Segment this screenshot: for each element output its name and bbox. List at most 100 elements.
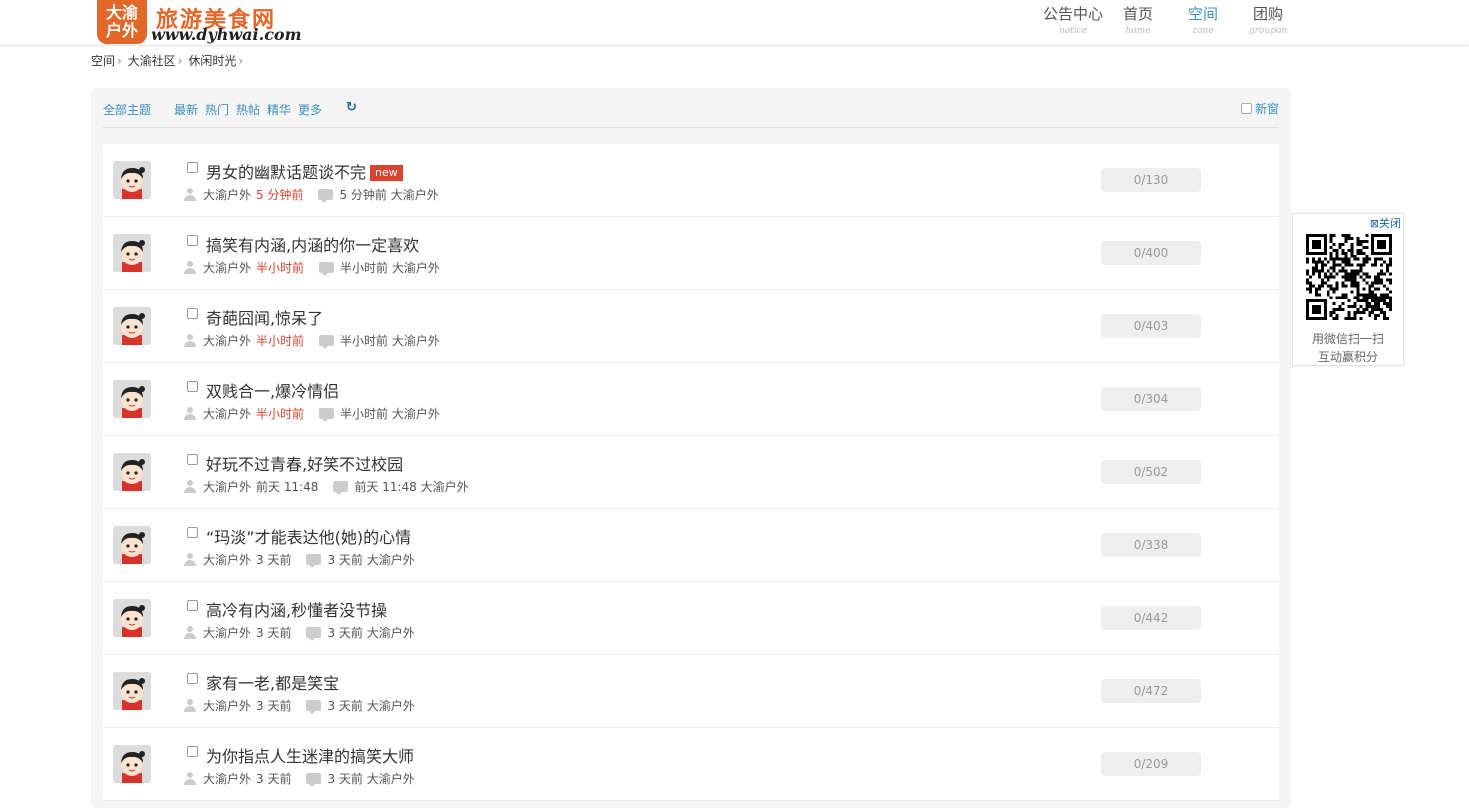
nav-label: 公告中心 bbox=[1042, 5, 1103, 23]
thread-time: 3 天前 bbox=[256, 699, 292, 713]
filter-hot-posts[interactable]: 热帖 bbox=[236, 101, 260, 118]
avatar[interactable] bbox=[113, 599, 151, 637]
thread-title-link[interactable]: 好玩不过青春,好笑不过校园 bbox=[206, 451, 403, 475]
nav-item-notice[interactable]: 公告中心 notice bbox=[1042, 4, 1104, 38]
qr-caption-line2: 互动赢积分 bbox=[1317, 350, 1378, 364]
new-window-toggle[interactable]: 新窗 bbox=[1240, 100, 1279, 117]
thread-checkbox[interactable] bbox=[187, 381, 198, 392]
reply-view-count: 0/209 bbox=[1101, 752, 1201, 776]
thread-checkbox[interactable] bbox=[187, 527, 198, 538]
thread-last-reply[interactable]: 3 天前 大渝户外 bbox=[327, 697, 414, 714]
thread-title-link[interactable]: 奇葩囧闻,惊呆了 bbox=[206, 305, 323, 329]
thread-checkbox[interactable] bbox=[187, 673, 198, 684]
avatar[interactable] bbox=[113, 307, 151, 345]
logo-badge[interactable]: 大渝 户外 bbox=[97, 0, 147, 44]
avatar[interactable] bbox=[113, 526, 151, 564]
qr-panel: ⊠关闭 用微信扫一扫 互动赢积分 bbox=[1292, 213, 1404, 366]
thread-last-reply[interactable]: 半小时前 大渝户外 bbox=[340, 332, 440, 349]
breadcrumb-item[interactable]: 大渝社区 bbox=[128, 54, 176, 68]
breadcrumb: 空间 › 大渝社区 › 休闲时光 › bbox=[91, 52, 245, 69]
thread-title-link[interactable]: 搞笑有内涵,内涵的你一定喜欢 bbox=[206, 232, 419, 256]
thread-row[interactable]: 男女的幽默话题谈不完 new 大渝户外 5 分钟前 5 分钟前 大渝户外 0/130 bbox=[103, 144, 1279, 217]
thread-row[interactable]: “玛淡”才能表达他(她)的心情大渝户外 3 天前 3 天前 大渝户外 0/338 bbox=[103, 509, 1279, 582]
qr-close-label: 关闭 bbox=[1379, 217, 1401, 230]
new-window-checkbox[interactable] bbox=[1240, 103, 1252, 114]
thread-author[interactable]: 大渝户外 bbox=[203, 624, 251, 641]
thread-meta: 大渝户外 3 天前 3 天前 大渝户外 bbox=[183, 551, 415, 568]
thread-last-reply[interactable]: 3 天前 大渝户外 bbox=[327, 551, 414, 568]
thread-checkbox[interactable] bbox=[187, 235, 198, 246]
user-icon bbox=[183, 260, 197, 275]
thread-meta: 大渝户外 3 天前 3 天前 大渝户外 bbox=[183, 697, 415, 714]
comment-icon bbox=[306, 554, 322, 568]
site-header: 大渝 户外 旅游美食网 www.dyhwai.com 公告中心 notice 首… bbox=[0, 0, 1469, 46]
user-icon bbox=[183, 552, 197, 567]
thread-row[interactable]: 搞笑有内涵,内涵的你一定喜欢 大渝户外 半小时前 半小时前 大渝户外 0/400 bbox=[103, 217, 1279, 290]
avatar[interactable] bbox=[113, 161, 151, 199]
nav-item-groupon[interactable]: 团购 groupon bbox=[1237, 4, 1299, 38]
reply-view-count: 0/130 bbox=[1101, 168, 1201, 192]
thread-author[interactable]: 大渝户外 bbox=[203, 332, 251, 349]
nav-sub: notice bbox=[1058, 26, 1088, 36]
thread-title-link[interactable]: 高冷有内涵,秒懂者没节操 bbox=[206, 597, 387, 621]
thread-author[interactable]: 大渝户外 bbox=[203, 478, 251, 495]
avatar[interactable] bbox=[113, 234, 151, 272]
filter-more[interactable]: 更多 bbox=[298, 101, 322, 118]
filter-digest[interactable]: 精华 bbox=[267, 101, 291, 118]
breadcrumb-item[interactable]: 空间 bbox=[91, 54, 115, 68]
thread-row[interactable]: 奇葩囧闻,惊呆了 大渝户外 半小时前 半小时前 大渝户外 0/403 bbox=[103, 290, 1279, 363]
comment-icon bbox=[306, 773, 322, 787]
thread-checkbox[interactable] bbox=[187, 308, 198, 319]
user-icon bbox=[183, 479, 197, 494]
thread-last-reply[interactable]: 半小时前 大渝户外 bbox=[340, 405, 440, 422]
reply-view-count: 0/338 bbox=[1101, 533, 1201, 557]
thread-checkbox[interactable] bbox=[187, 600, 198, 611]
thread-checkbox[interactable] bbox=[187, 162, 198, 173]
thread-title-link[interactable]: 双贱合一,爆冷情侣 bbox=[206, 378, 339, 402]
logo-badge-top: 大渝 bbox=[105, 3, 138, 22]
avatar[interactable] bbox=[113, 745, 151, 783]
thread-checkbox[interactable] bbox=[187, 746, 198, 757]
thread-time: 半小时前 bbox=[256, 407, 305, 421]
avatar[interactable] bbox=[113, 380, 151, 418]
user-icon bbox=[183, 406, 197, 421]
filter-hot[interactable]: 热门 bbox=[205, 101, 229, 118]
filter-latest[interactable]: 最新 bbox=[174, 101, 198, 118]
thread-title-link[interactable]: 为你指点人生迷津的搞笑大师 bbox=[206, 743, 414, 767]
thread-author[interactable]: 大渝户外 bbox=[203, 405, 251, 422]
thread-title-link[interactable]: “玛淡”才能表达他(她)的心情 bbox=[206, 524, 411, 548]
thread-author[interactable]: 大渝户外 bbox=[203, 697, 251, 714]
thread-author[interactable]: 大渝户外 bbox=[203, 186, 251, 203]
filter-all-topics[interactable]: 全部主题 bbox=[103, 101, 151, 118]
reply-view-count: 0/502 bbox=[1101, 460, 1201, 484]
thread-title: 双贱合一,爆冷情侣 bbox=[206, 382, 340, 401]
nav-label: 首页 bbox=[1122, 5, 1153, 23]
thread-checkbox[interactable] bbox=[187, 454, 198, 465]
thread-time: 5 分钟前 bbox=[256, 188, 304, 202]
nav-item-zone[interactable]: 空间 zone bbox=[1172, 4, 1234, 38]
avatar[interactable] bbox=[113, 453, 151, 491]
thread-author[interactable]: 大渝户外 bbox=[203, 259, 251, 276]
qr-close-button[interactable]: ⊠关闭 bbox=[1370, 215, 1401, 231]
thread-title-link[interactable]: 家有一老,都是笑宝 bbox=[206, 670, 339, 694]
breadcrumb-item[interactable]: 休闲时光 bbox=[188, 54, 236, 68]
nav-item-home[interactable]: 首页 home bbox=[1107, 4, 1169, 38]
thread-last-reply[interactable]: 5 分钟前 大渝户外 bbox=[339, 186, 438, 203]
refresh-icon[interactable]: ↻ bbox=[346, 100, 357, 115]
thread-author[interactable]: 大渝户外 bbox=[203, 551, 251, 568]
thread-row[interactable]: 好玩不过青春,好笑不过校园 大渝户外 前天 11:48 前天 11:48 大渝户外 0/… bbox=[103, 436, 1279, 509]
thread-row[interactable]: 家有一老,都是笑宝 大渝户外 3 天前 3 天前 大渝户外 0/472 bbox=[103, 655, 1279, 728]
thread-author[interactable]: 大渝户外 bbox=[203, 770, 251, 787]
thread-row[interactable]: 双贱合一,爆冷情侣 大渝户外 半小时前 半小时前 大渝户外 0/304 bbox=[103, 363, 1279, 436]
thread-row[interactable]: 高冷有内涵,秒懂者没节操 大渝户外 3 天前 3 天前 大渝户外 0/442 bbox=[103, 582, 1279, 655]
new-badge: new bbox=[370, 165, 403, 181]
thread-last-reply[interactable]: 前天 11:48 大渝户外 bbox=[354, 478, 468, 495]
breadcrumb-separator: › bbox=[177, 54, 183, 68]
logo-url[interactable]: www.dyhwai.com bbox=[151, 25, 302, 44]
thread-row[interactable]: 为你指点人生迷津的搞笑大师 大渝户外 3 天前 3 天前 大渝户外 0/209 bbox=[103, 728, 1279, 801]
thread-last-reply[interactable]: 3 天前 大渝户外 bbox=[327, 624, 414, 641]
thread-last-reply[interactable]: 3 天前 大渝户外 bbox=[327, 770, 414, 787]
thread-last-reply[interactable]: 半小时前 大渝户外 bbox=[340, 259, 440, 276]
avatar[interactable] bbox=[113, 672, 151, 710]
thread-title-link[interactable]: 男女的幽默话题谈不完 new bbox=[206, 159, 403, 183]
